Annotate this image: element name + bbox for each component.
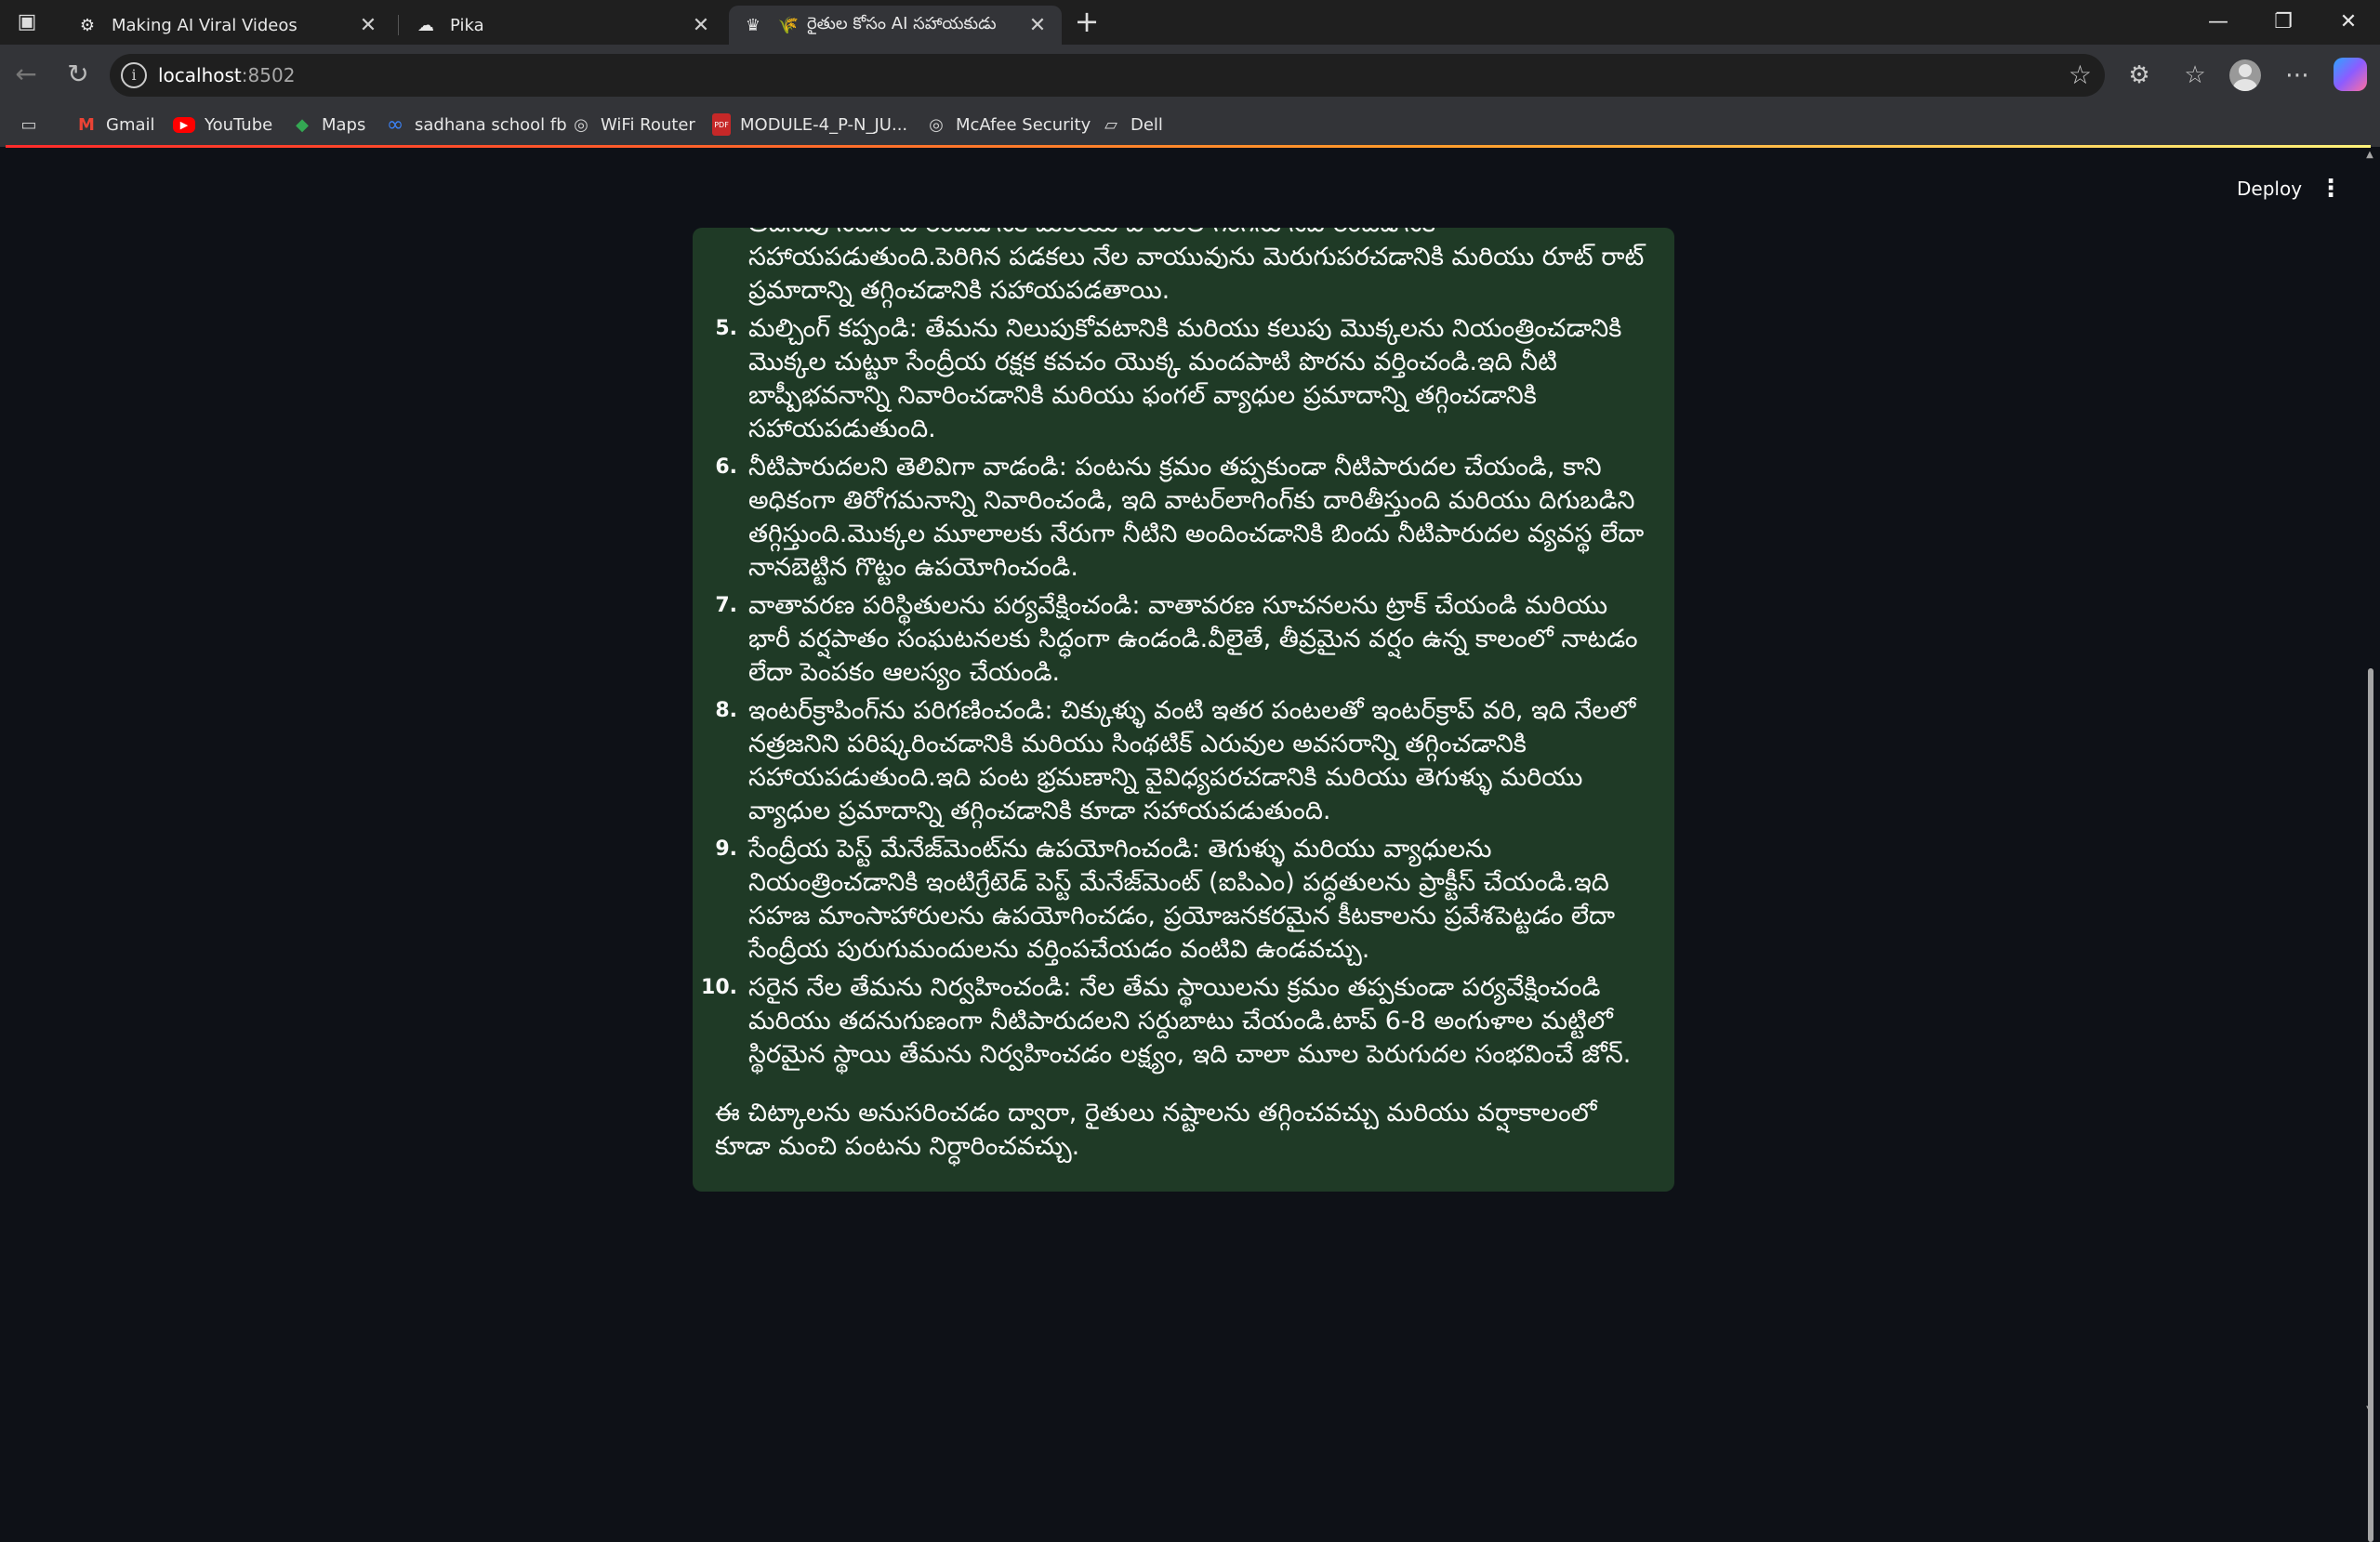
- bookmark-gmail[interactable]: M Gmail: [76, 106, 154, 143]
- folder-icon: ▱: [1104, 114, 1117, 135]
- pdf-icon: PDF: [712, 113, 731, 136]
- list-item: 8. ఇంటర్‌క్రాపింగ్‌ను పరిగణించండి: చిక్కు…: [715, 696, 1636, 825]
- sidebar-toggle-icon[interactable]: ▣: [13, 9, 41, 35]
- tab-title: Making AI Viral Videos: [112, 15, 298, 35]
- list-item-4-continued: అదనపు నీటిని హరించడానికి మరియు వాటర్‌లాగ…: [693, 228, 1674, 241]
- extensions-icon[interactable]: ⚙: [2122, 58, 2157, 93]
- response-content: అదనపు నీటిని హరించడానికి మరియు వాటర్‌లాగ…: [693, 228, 1674, 1164]
- new-tab-button[interactable]: +: [1071, 7, 1103, 38]
- tab-pika[interactable]: ☁ Pika ✕: [402, 6, 725, 45]
- app-main: Deploy ⋮ అదనపు నీటిని హరించడానికి మరియు …: [0, 148, 2380, 1542]
- scroll-down-arrow-icon[interactable]: ▼: [2364, 1404, 2375, 1416]
- tab-divider: [398, 15, 399, 35]
- reading-list-icon: ▭: [20, 114, 37, 135]
- globe-icon: ◎: [574, 114, 588, 135]
- main-menu-icon[interactable]: ⋮: [2319, 170, 2343, 207]
- cloud-icon: ☁: [417, 15, 434, 35]
- list-item: 9. సేంద్రీయ పెస్ట్ మేనేజ్‌మెంట్‌ను ఉపయోగి…: [715, 835, 1616, 964]
- close-tab-icon[interactable]: ✕: [1026, 14, 1049, 37]
- bookmark-module-4-pdf[interactable]: PDF MODULE-4_P-N_JU...: [712, 106, 907, 143]
- list-item: 7. వాతావరణ పరిస్థితులను పర్యవేక్షించండి: …: [715, 591, 1638, 687]
- conclusion-paragraph: ఈ చిట్కాలను అనుసరించడం ద్వారా, రైతులు నష…: [715, 1099, 1597, 1161]
- meta-icon: ∞: [386, 112, 404, 137]
- tab-making-ai-viral-videos[interactable]: ⚙ Making AI Viral Videos ✕: [63, 6, 392, 45]
- url-text[interactable]: localhost:8502: [158, 54, 295, 97]
- bookmark-youtube[interactable]: ▶ YouTube: [173, 106, 272, 143]
- bookmark-dell[interactable]: ▱ Dell: [1101, 106, 1163, 143]
- browser-toolbar: ← ↻ i localhost:8502 ☆ ⚙ ☆ ⋯: [0, 45, 2380, 106]
- list-item-4-continued: సహాయపడుతుంది.పెరిగిన పడకలు నేల వాయువును …: [748, 243, 1645, 305]
- maps-icon: ◆: [296, 114, 309, 135]
- close-window-button[interactable]: ✕: [2322, 6, 2374, 39]
- tab-title: Pika: [450, 15, 484, 35]
- bookmark-wifi-router[interactable]: ◎ WiFi Router: [571, 106, 695, 143]
- copilot-icon[interactable]: [2334, 58, 2367, 91]
- close-tab-icon[interactable]: ✕: [357, 14, 379, 37]
- gear-icon: ⚙: [79, 15, 96, 35]
- rice-plant-icon: 🌾: [777, 15, 800, 35]
- minimize-button[interactable]: —: [2192, 6, 2244, 39]
- list-item: 10. సరైన నేల తేమను నిర్వహించండి: నేల తేమ …: [701, 973, 1632, 1069]
- bookmarks-toggle[interactable]: ▭: [19, 106, 48, 143]
- address-bar[interactable]: i localhost:8502 ☆: [110, 54, 2105, 97]
- reload-icon[interactable]: ↻: [60, 56, 97, 93]
- favorites-icon[interactable]: ☆: [2177, 58, 2213, 93]
- gmail-icon: M: [78, 114, 95, 135]
- response-card: అదనపు నీటిని హరించడానికి మరియు వాటర్‌లాగ…: [693, 228, 1674, 1192]
- crown-icon: ♛: [745, 15, 761, 35]
- list-item: 5. మల్చింగ్ కప్పండి: తేమను నిలుపుకోవటానిక…: [715, 314, 1622, 443]
- back-arrow-icon[interactable]: ←: [7, 56, 45, 93]
- more-menu-icon[interactable]: ⋯: [2280, 58, 2315, 93]
- globe-icon: ◎: [929, 114, 944, 135]
- tab-farmers-ai-assistant[interactable]: ♛ 🌾 రైతుల కోసం AI సహాయకుడు ✕: [729, 6, 1062, 45]
- close-tab-icon[interactable]: ✕: [690, 14, 712, 37]
- browser-tab-strip: ▣ ⚙ Making AI Viral Videos ✕ ☁ Pika ✕ ♛ …: [0, 0, 2380, 45]
- list-item: 6. నీటిపారుదలని తెలివిగా వాడండి: పంటను క్…: [715, 453, 1645, 582]
- youtube-icon: ▶: [173, 116, 195, 133]
- bookmark-mcafee-security[interactable]: ◎ McAfee Security: [926, 106, 1091, 143]
- site-info-icon[interactable]: i: [121, 62, 147, 88]
- tab-title: రైతుల కోసం AI సహాయకుడు: [807, 13, 997, 33]
- favorite-star-icon[interactable]: ☆: [2069, 54, 2092, 97]
- profile-avatar[interactable]: [2229, 59, 2261, 91]
- bookmark-maps[interactable]: ◆ Maps: [292, 106, 365, 143]
- restore-button[interactable]: ❐: [2257, 6, 2309, 39]
- deploy-button[interactable]: Deploy: [2222, 170, 2317, 207]
- bookmark-sadhana-school-fb[interactable]: ∞ sadhana school fb: [385, 106, 567, 143]
- scroll-up-arrow-icon[interactable]: ▲: [2364, 150, 2375, 161]
- bookmarks-bar: ▭ M Gmail ▶ YouTube ◆ Maps ∞ sadhana school …: [0, 106, 2380, 147]
